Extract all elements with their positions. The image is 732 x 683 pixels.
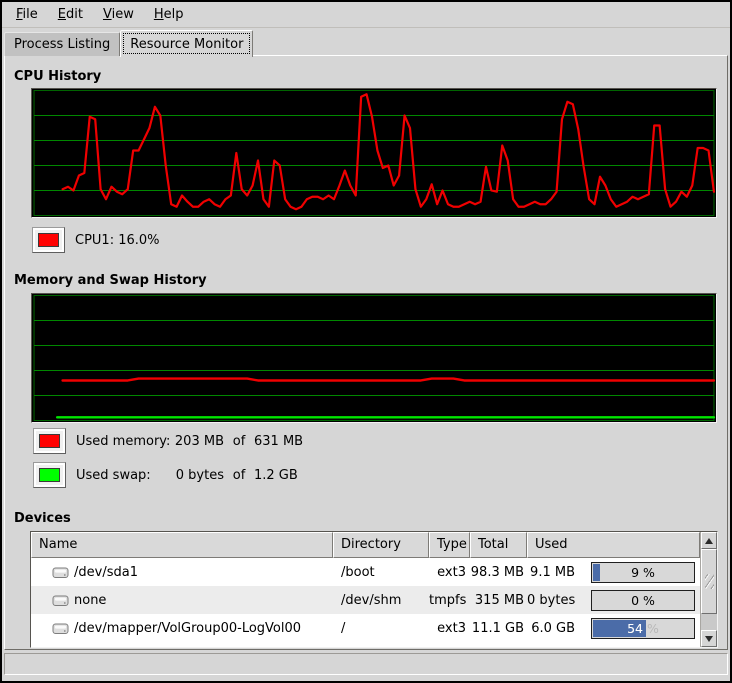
column-header-directory[interactable]: Directory [333,532,429,558]
scroll-up-button[interactable] [701,532,717,549]
menu-view[interactable]: View [93,4,144,25]
scrollbar-thumb[interactable] [701,549,717,614]
column-header-total[interactable]: Total [470,532,527,558]
status-bar [4,653,728,675]
up-arrow-icon [705,538,713,544]
tab-bar: Process Listing Resource Monitor [4,29,253,56]
device-used-cell: 0 bytes 0 %0 % [527,590,700,611]
device-used-cell: 6.0 GB 54 %54 % [527,618,700,639]
scrollbar-grip-icon [705,574,714,589]
down-arrow-icon [705,636,713,642]
system-monitor-window: File Edit View Help Process Listing Reso… [0,0,732,683]
device-directory-cell: /boot [333,565,429,580]
menu-help[interactable]: Help [144,4,194,25]
memory-color-button[interactable] [33,428,66,454]
usage-percent-label: 9 % [592,563,694,582]
memory-used-value: 203 MB [172,434,224,449]
column-header-name[interactable]: Name [31,532,333,558]
devices-rows: /dev/sda1/bootext398.3 MB9.1 MB9 %9 %non… [31,558,700,647]
devices-table: Name Directory Type Total Used /dev/sda1… [30,531,718,648]
drive-icon [52,594,69,607]
memory-swap-chart [31,293,717,423]
swap-of-label: of [224,468,254,483]
cpu-legend-label: CPU1: 16.0% [75,233,160,248]
devices-table-header: Name Directory Type Total Used [31,532,700,558]
memory-color-swatch [39,434,60,448]
devices-title: Devices [14,511,71,526]
device-row[interactable]: none/dev/shmtmpfs315 MB0 bytes 0 %0 % [31,586,700,614]
swap-used-value: 0 bytes [172,468,224,483]
tab-resource-monitor[interactable]: Resource Monitor [120,30,253,57]
device-type-cell: ext3 [429,565,470,580]
memory-total-value: 631 MB [254,434,303,449]
menu-edit[interactable]: Edit [48,4,93,25]
vertical-scrollbar[interactable] [700,532,717,647]
column-header-used[interactable]: Used [527,532,700,558]
device-used-amount: 6.0 GB [527,621,575,636]
swap-color-swatch [39,468,60,482]
drive-icon [52,622,69,635]
tab-process-listing[interactable]: Process Listing [4,32,120,56]
device-used-cell: 9.1 MB 9 %9 % [527,562,700,583]
device-name: none [74,593,106,608]
device-name-cell: none [31,593,333,608]
device-used-amount: 0 bytes [527,593,575,608]
device-directory-cell: / [333,621,429,636]
device-type-cell: tmpfs [429,593,470,608]
usage-progress-bar: 54 %54 % [591,618,695,639]
cpu-history-chart [31,88,717,218]
device-name: /dev/sda1 [74,565,138,580]
device-type-cell: ext3 [429,621,470,636]
column-header-type[interactable]: Type [429,532,470,558]
cpu-color-swatch [38,233,59,247]
device-name: /dev/mapper/VolGroup00-LogVol00 [74,621,301,636]
device-total-cell: 315 MB [470,593,527,608]
usage-progress-bar: 0 %0 % [591,590,695,611]
menu-file[interactable]: File [6,4,48,25]
device-row[interactable]: /dev/sda1/bootext398.3 MB9.1 MB 9 %9 % [31,558,700,586]
memory-of-label: of [224,434,254,449]
device-total-cell: 11.1 GB [470,621,527,636]
swap-color-button[interactable] [33,462,66,488]
menu-bar: File Edit View Help [2,2,730,28]
device-name-cell: /dev/mapper/VolGroup00-LogVol00 [31,621,333,636]
drive-icon [52,566,69,579]
swap-total-value: 1.2 GB [254,468,298,483]
memory-legend-label: Used memory: [76,434,172,449]
device-used-amount: 9.1 MB [527,565,575,580]
cpu-history-title: CPU History [14,69,101,84]
memory-history-title: Memory and Swap History [14,273,207,288]
scroll-down-button[interactable] [701,630,717,647]
device-name-cell: /dev/sda1 [31,565,333,580]
usage-progress-bar: 9 %9 % [591,562,695,583]
usage-percent-label: 0 % [592,591,694,610]
cpu-color-button[interactable] [32,227,65,253]
device-total-cell: 98.3 MB [470,565,527,580]
device-row[interactable]: /dev/mapper/VolGroup00-LogVol00 /ext311.1… [31,614,700,642]
swap-legend-label: Used swap: [76,468,172,483]
device-directory-cell: /dev/shm [333,593,429,608]
